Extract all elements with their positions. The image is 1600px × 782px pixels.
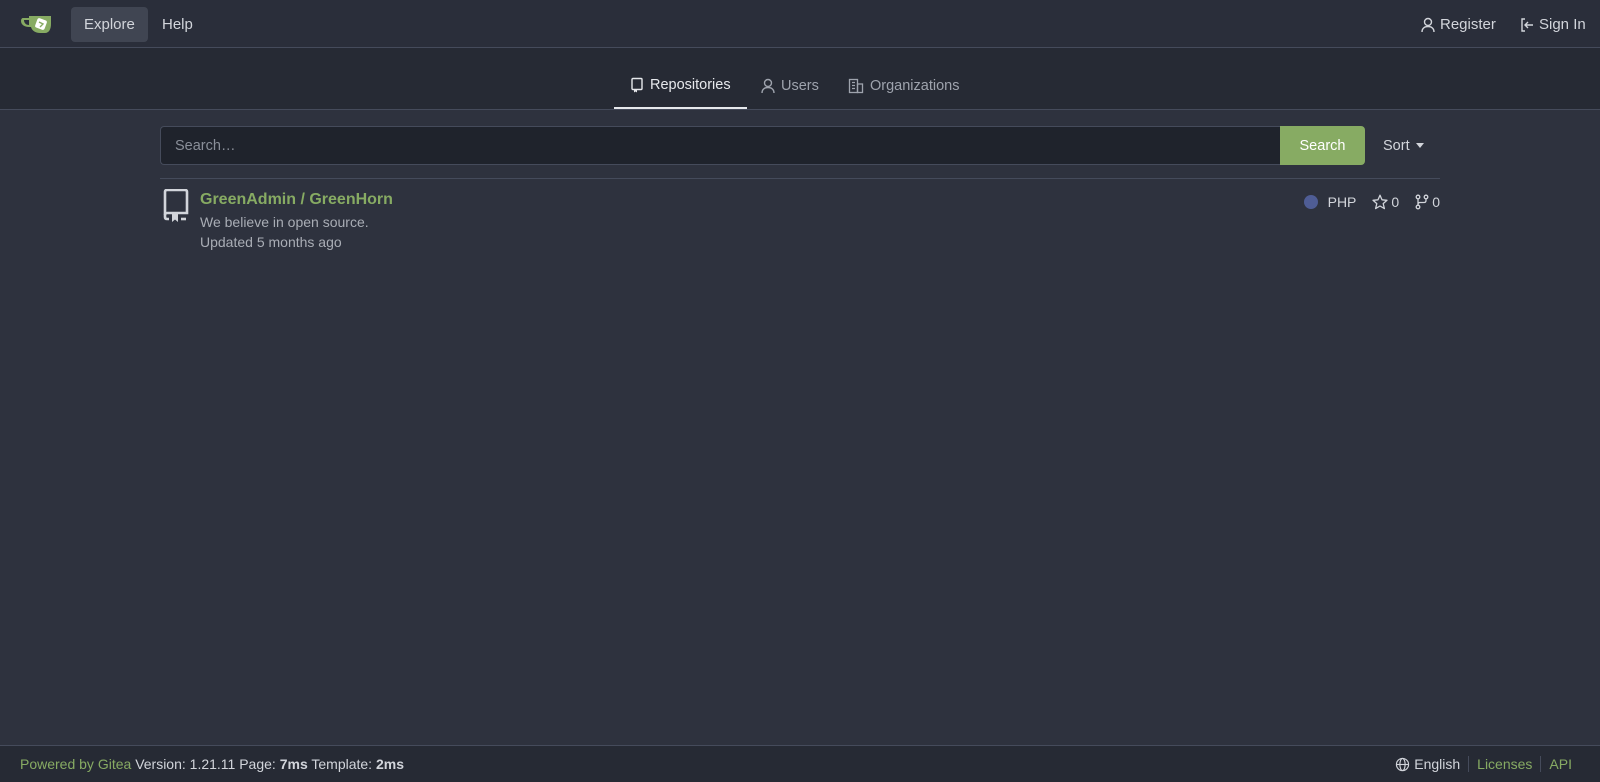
language-label: English bbox=[1414, 756, 1461, 772]
user-icon bbox=[761, 78, 775, 94]
page-footer: Powered by Gitea Version: 1.21.11 Page: … bbox=[0, 745, 1600, 782]
footer-links: English Licenses API bbox=[1395, 756, 1572, 772]
repo-search-form: Search bbox=[160, 126, 1365, 165]
licenses-link[interactable]: Licenses bbox=[1477, 756, 1532, 772]
top-navbar: Explore Help Register Sign In bbox=[0, 0, 1600, 48]
organization-icon bbox=[848, 78, 864, 94]
api-link[interactable]: API bbox=[1549, 756, 1572, 772]
register-link[interactable]: Register bbox=[1421, 7, 1496, 42]
nav-help-label: Help bbox=[162, 16, 193, 33]
tab-users-label: Users bbox=[781, 77, 819, 94]
tab-organizations-label: Organizations bbox=[870, 77, 960, 94]
powered-by-link[interactable]: Powered by Gitea bbox=[20, 756, 131, 772]
user-icon bbox=[1421, 17, 1435, 33]
gitea-logo-icon[interactable] bbox=[21, 12, 55, 36]
tab-organizations[interactable]: Organizations bbox=[832, 62, 975, 109]
nav-help[interactable]: Help bbox=[149, 7, 206, 42]
sort-label: Sort bbox=[1383, 137, 1410, 154]
nav-explore-label: Explore bbox=[84, 16, 135, 33]
search-input[interactable] bbox=[160, 126, 1280, 165]
repository-icon bbox=[162, 189, 190, 223]
caret-down-icon bbox=[1415, 143, 1424, 148]
language-color-dot bbox=[1303, 195, 1318, 209]
template-label: Template: bbox=[311, 756, 373, 772]
repo-title-link[interactable]: GreenAdmin / GreenHorn bbox=[200, 191, 393, 209]
repo-meta: PHP 0 0 bbox=[1303, 192, 1440, 212]
sign-in-icon bbox=[1520, 17, 1534, 33]
signin-link[interactable]: Sign In bbox=[1520, 7, 1586, 42]
list-divider bbox=[160, 178, 1440, 179]
explore-tabs: Repositories Users Organizations bbox=[0, 48, 1600, 110]
repo-icon bbox=[630, 77, 644, 93]
footer-separator bbox=[1540, 756, 1542, 772]
signin-label: Sign In bbox=[1539, 16, 1586, 33]
register-label: Register bbox=[1440, 16, 1496, 33]
tab-repositories[interactable]: Repositories bbox=[614, 62, 747, 109]
version-text: Version: 1.21.11 Page: bbox=[135, 756, 276, 772]
nav-explore[interactable]: Explore bbox=[71, 7, 148, 42]
page-render-time: 7ms bbox=[279, 756, 308, 772]
template-render-time: 2ms bbox=[375, 756, 404, 772]
tab-users[interactable]: Users bbox=[745, 62, 835, 109]
repo-description: We believe in open source. bbox=[200, 214, 369, 230]
repo-stars[interactable]: 0 bbox=[1372, 194, 1399, 210]
globe-icon bbox=[1395, 757, 1410, 772]
footer-info: Powered by Gitea Version: 1.21.11 Page: … bbox=[20, 756, 404, 772]
language-selector[interactable]: English bbox=[1395, 756, 1460, 772]
star-icon bbox=[1372, 194, 1389, 210]
tab-repositories-label: Repositories bbox=[650, 76, 731, 93]
search-button[interactable]: Search bbox=[1280, 126, 1365, 165]
repo-forks[interactable]: 0 bbox=[1415, 194, 1440, 210]
sort-dropdown[interactable]: Sort bbox=[1383, 126, 1424, 165]
repo-language: PHP bbox=[1327, 194, 1357, 210]
repo-updated-time: Updated 5 months ago bbox=[200, 234, 342, 250]
fork-count: 0 bbox=[1432, 194, 1440, 210]
footer-separator bbox=[1468, 756, 1470, 772]
fork-icon bbox=[1415, 194, 1429, 210]
star-count: 0 bbox=[1391, 194, 1400, 210]
